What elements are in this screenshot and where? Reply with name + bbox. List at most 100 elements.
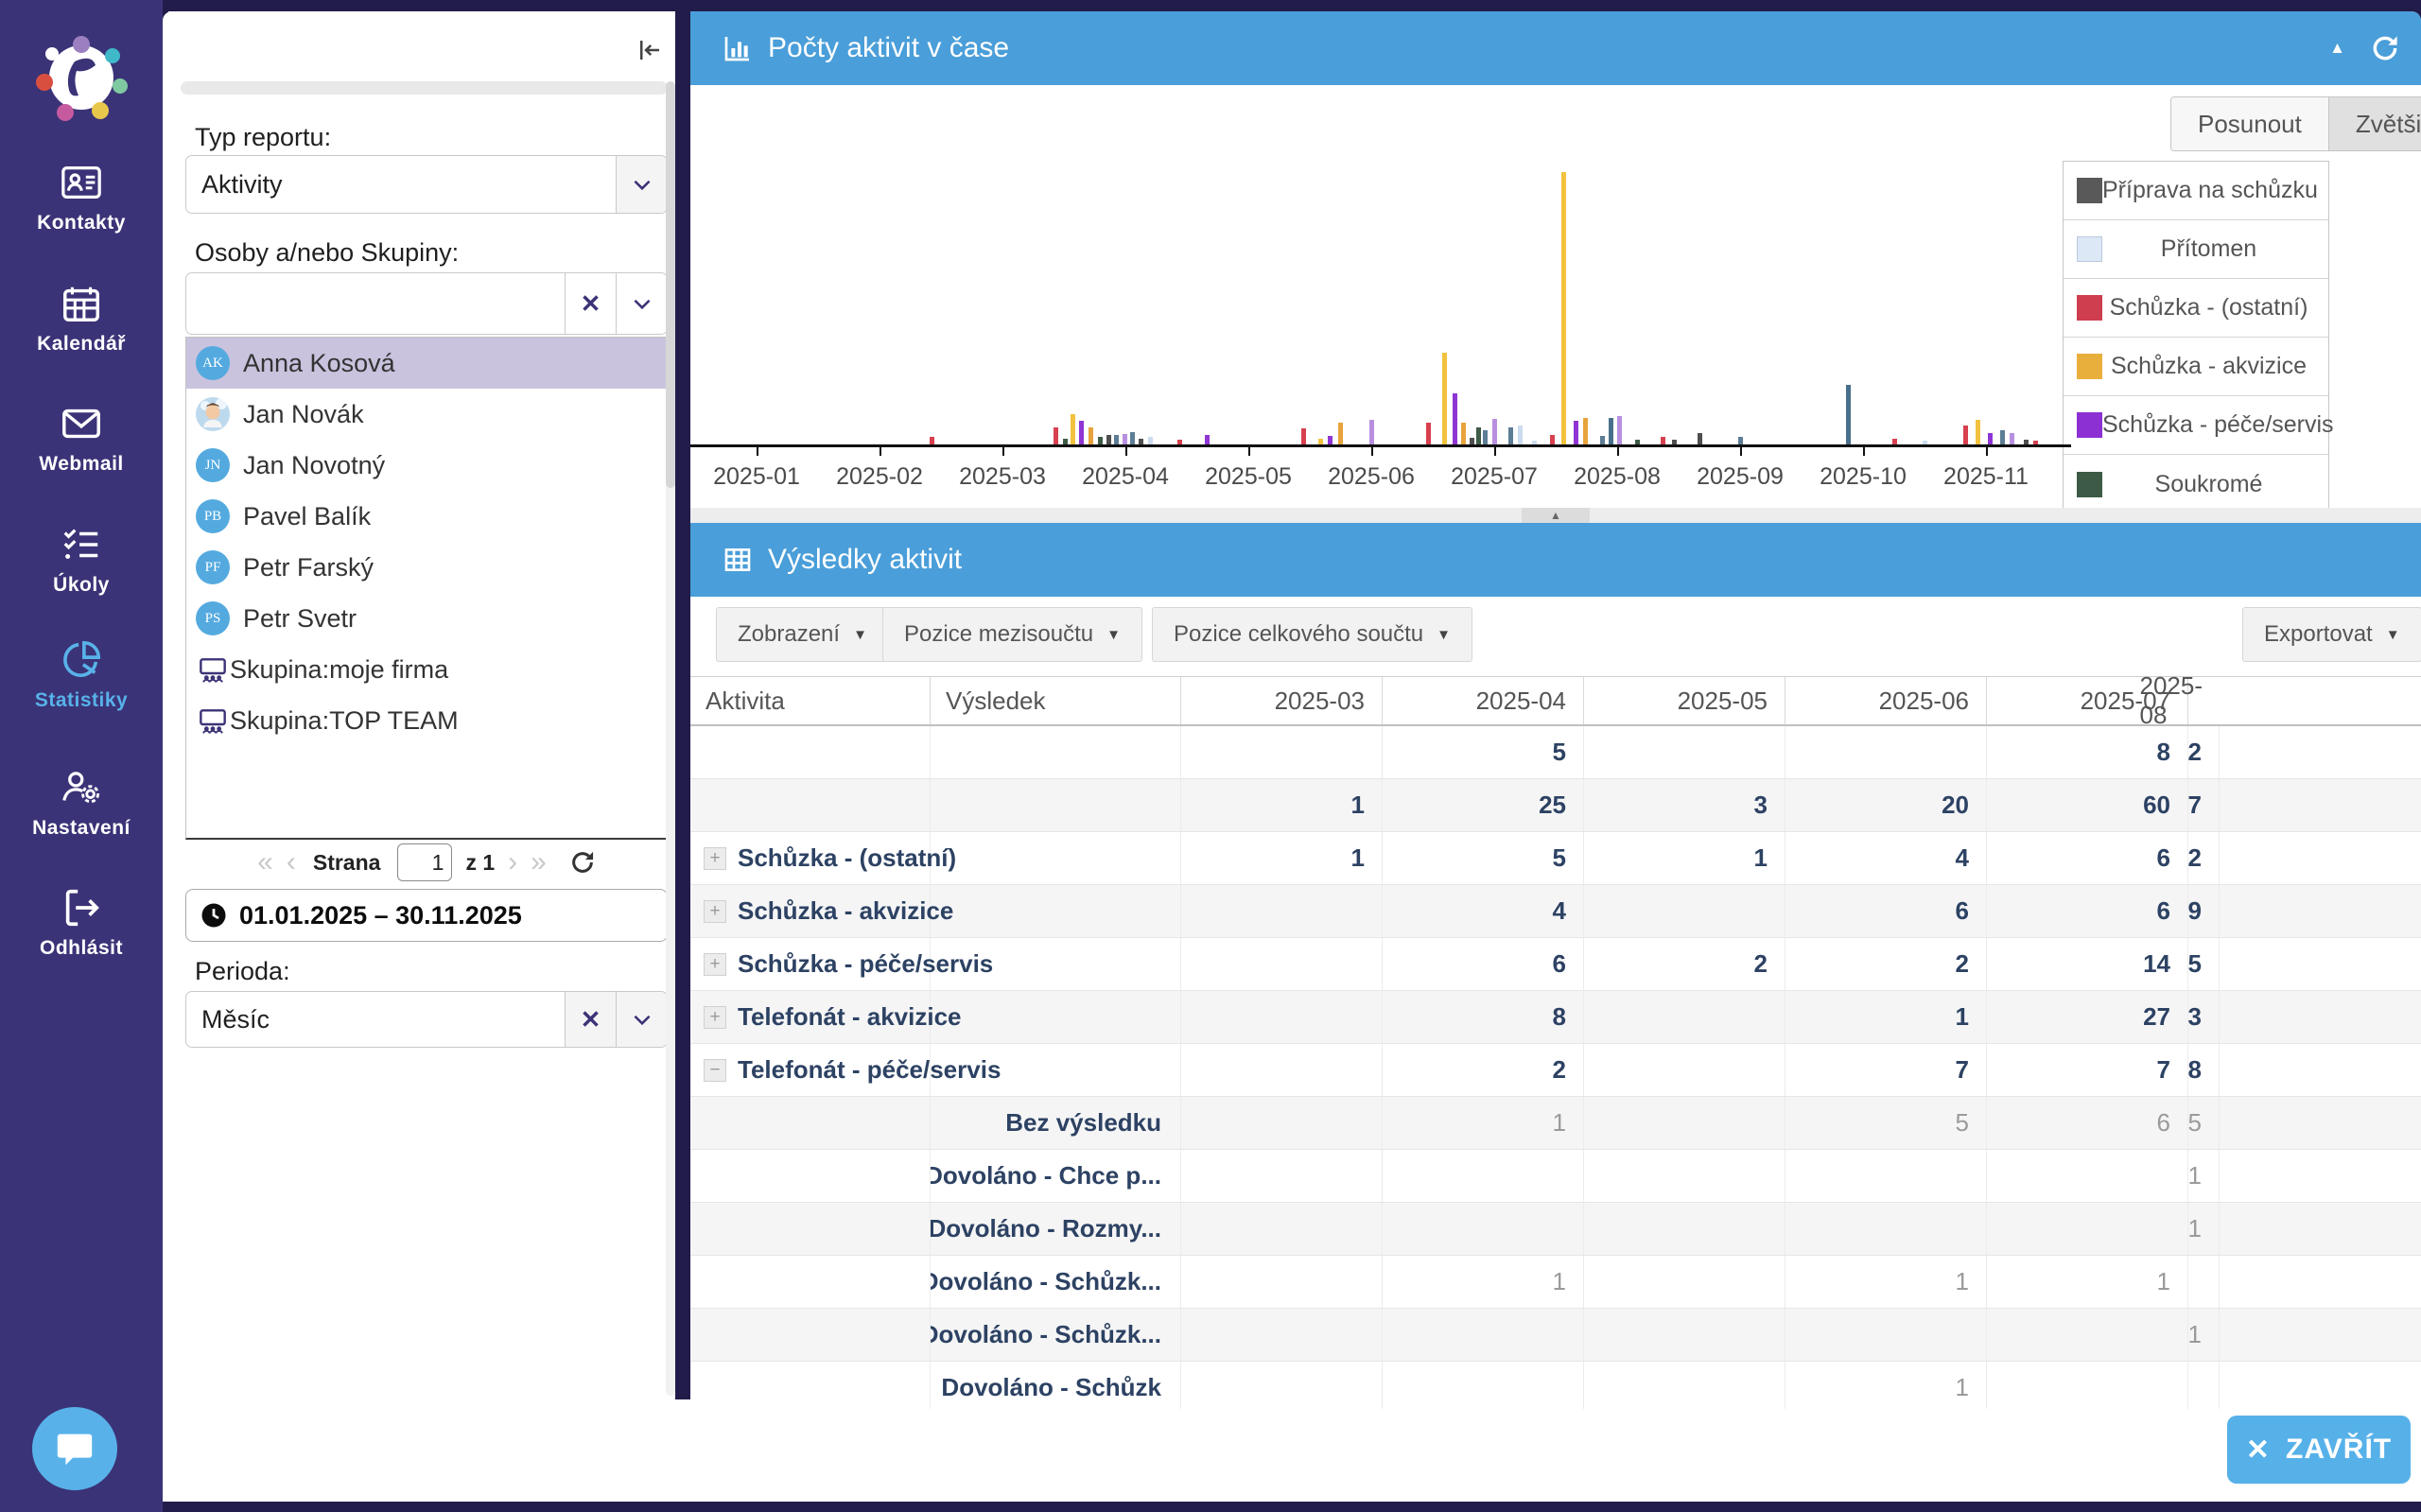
collapse-icon[interactable]: − xyxy=(704,1059,726,1082)
legend-item[interactable]: Schůzka - (ostatní) xyxy=(2064,279,2328,338)
legend-item[interactable]: Schůzka - péče/servis xyxy=(2064,396,2328,455)
export-button[interactable]: Exportovat▼ xyxy=(2242,607,2421,662)
expand-icon[interactable]: + xyxy=(704,953,726,976)
activity-cell[interactable]: −Telefonát - péče/servis xyxy=(690,1044,931,1096)
activity-cell[interactable]: +Schůzka - péče/servis xyxy=(690,938,931,990)
column-header[interactable]: 2025-06 xyxy=(1785,677,1987,724)
list-item-person[interactable]: PSPetr Svetr xyxy=(186,593,667,644)
column-header[interactable]: Výsledek xyxy=(931,677,1181,724)
list-item-group[interactable]: Skupina:moje firma xyxy=(186,644,667,695)
sidebar-item-kalendar[interactable]: Kalendář xyxy=(0,282,163,356)
legend-item[interactable]: Soukromé xyxy=(2064,455,2328,513)
legend-item[interactable]: Příprava na schůzku xyxy=(2064,162,2328,220)
sidebar-item-nastaveni[interactable]: Nastavení xyxy=(0,766,163,840)
clear-icon[interactable]: ✕ xyxy=(565,992,616,1047)
chevron-down-icon[interactable] xyxy=(616,156,667,213)
table-row[interactable]: 582 xyxy=(690,726,2421,779)
clear-icon[interactable]: ✕ xyxy=(565,273,616,334)
calendar-icon xyxy=(0,282,163,325)
table-row[interactable]: Dovoláno - Rozmy...1 xyxy=(690,1203,2421,1256)
group-icon xyxy=(198,654,228,685)
column-header[interactable]: 2025-03 xyxy=(1181,677,1383,724)
result-cell: Dovoláno - Rozmy... xyxy=(931,1203,1181,1255)
collapse-panel-button[interactable] xyxy=(636,34,668,66)
display-options-button[interactable]: Zobrazení▼ xyxy=(716,607,889,662)
refresh-chart-button[interactable] xyxy=(2370,33,2400,63)
scrollbar-track[interactable] xyxy=(666,81,675,1396)
sidebar-item-ukoly[interactable]: Úkoly xyxy=(0,523,163,597)
table-row[interactable]: +Schůzka - (ostatní)151462 xyxy=(690,832,2421,885)
scrollbar-thumb[interactable] xyxy=(666,81,675,488)
table-row[interactable]: 1253206097 xyxy=(690,779,2421,832)
table-row[interactable]: +Schůzka - péče/servis622145 xyxy=(690,938,2421,991)
sidebar-item-statistiky[interactable]: Statistiky xyxy=(0,638,163,712)
next-page-button[interactable]: › xyxy=(508,848,517,877)
chart-bar xyxy=(1508,427,1513,444)
value-cell: 1 xyxy=(1584,832,1785,884)
list-item-person[interactable]: JNJan Novotný xyxy=(186,440,667,491)
table-row[interactable]: +Schůzka - akvizice4669 xyxy=(690,885,2421,938)
value-cell xyxy=(1584,1309,1785,1361)
value-cell: 1 xyxy=(1785,1256,1987,1308)
close-x-icon: ✕ xyxy=(2246,1434,2271,1467)
activity-cell[interactable]: +Schůzka - (ostatní) xyxy=(690,832,931,884)
list-item-person[interactable]: AKAnna Kosová xyxy=(186,338,667,389)
list-item-group[interactable]: Skupina:TOP TEAM xyxy=(186,695,667,746)
table-row[interactable]: Dovoláno - Schůzk1 xyxy=(690,1362,2421,1409)
zoom-button[interactable]: Zvětšit xyxy=(2328,97,2421,150)
app-logo[interactable] xyxy=(0,13,163,146)
close-button[interactable]: ✕ ZAVŘÍT xyxy=(2227,1416,2411,1484)
first-page-button[interactable]: « xyxy=(257,848,273,877)
sidebar-item-webmail[interactable]: Webmail xyxy=(0,402,163,476)
page-input[interactable] xyxy=(397,843,452,881)
refresh-icon[interactable] xyxy=(569,849,596,876)
expand-icon[interactable]: + xyxy=(704,1006,726,1029)
sidebar-item-odhlasit[interactable]: Odhlásit xyxy=(0,886,163,960)
chart-bar xyxy=(1054,427,1058,444)
table-row[interactable]: −Telefonát - péče/servis2778 xyxy=(690,1044,2421,1097)
column-header[interactable]: 2025-05 xyxy=(1584,677,1785,724)
expand-icon[interactable]: + xyxy=(704,900,726,923)
column-header[interactable]: 2025-08 xyxy=(2188,677,2220,724)
last-page-button[interactable]: » xyxy=(531,848,547,877)
report-type-select[interactable]: Aktivity xyxy=(185,155,668,214)
list-item-person[interactable]: Jan Novák xyxy=(186,389,667,440)
table-row[interactable]: +Telefonát - akvizice812773 xyxy=(690,991,2421,1044)
table-row[interactable]: Dovoláno - Chce p...1 xyxy=(690,1150,2421,1203)
prev-page-button[interactable]: ‹ xyxy=(287,848,296,877)
table-row[interactable]: Dovoláno - Schůzk...1 xyxy=(690,1309,2421,1362)
splitter-collapse-button[interactable]: ▲ xyxy=(1522,508,1590,523)
list-item-person[interactable]: PBPavel Balík xyxy=(186,491,667,542)
axis-tick xyxy=(1494,447,1496,456)
activity-cell[interactable]: +Schůzka - akvizice xyxy=(690,885,931,937)
list-item-person[interactable]: PFPetr Farský xyxy=(186,542,667,593)
sidebar-item-kontakty[interactable]: Kontakty xyxy=(0,161,163,235)
page-label: Strana xyxy=(313,850,381,876)
column-header[interactable]: Aktivita xyxy=(690,677,931,724)
table-row[interactable]: Dovoláno - Schůzk...111 xyxy=(690,1256,2421,1309)
pan-button[interactable]: Posunout xyxy=(2171,97,2328,150)
chevron-down-icon[interactable] xyxy=(616,273,667,334)
logout-icon xyxy=(0,886,163,930)
table-grid-icon xyxy=(723,545,753,575)
chevron-down-icon[interactable] xyxy=(616,992,667,1047)
grandtotal-position-button[interactable]: Pozice celkového součtu▼ xyxy=(1152,607,1472,662)
chart-bar xyxy=(1561,172,1566,444)
expand-icon[interactable]: + xyxy=(704,847,726,870)
legend-item[interactable]: Přítomen xyxy=(2064,220,2328,279)
chat-button[interactable] xyxy=(32,1407,117,1490)
activity-cell[interactable]: +Telefonát - akvizice xyxy=(690,991,931,1043)
subtotal-position-button[interactable]: Pozice mezisoučtu▼ xyxy=(882,607,1142,662)
people-combobox[interactable]: ✕ xyxy=(185,272,668,335)
period-select[interactable]: Měsíc ✕ xyxy=(185,991,668,1048)
date-range-button[interactable]: 01.01.2025 – 30.11.2025 xyxy=(185,889,668,942)
table-row[interactable]: Bez výsledku1565 xyxy=(690,1097,2421,1150)
people-list: AKAnna KosováJan NovákJNJan NovotnýPBPav… xyxy=(185,337,668,840)
value-cell xyxy=(1383,1362,1584,1409)
legend-item[interactable]: Schůzka - akvizice xyxy=(2064,338,2328,396)
column-header[interactable]: 2025-04 xyxy=(1383,677,1584,724)
axis-tick-label: 2025-08 xyxy=(1560,463,1674,491)
panel-drag-handle[interactable] xyxy=(181,81,668,95)
collapse-chart-button[interactable]: ▲ xyxy=(2329,39,2345,58)
person-name: Pavel Balík xyxy=(243,502,371,531)
